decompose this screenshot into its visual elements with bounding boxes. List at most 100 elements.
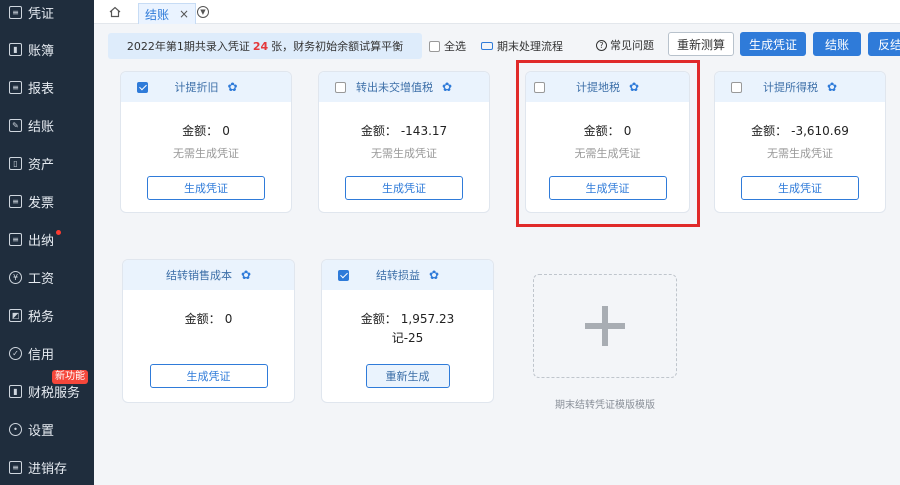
amount-label: 金额： [184, 312, 221, 326]
generate-voucher-button[interactable]: 生成凭证 [345, 176, 463, 200]
sidebar-item-assets[interactable]: ▯ 资产 [0, 145, 94, 181]
notice-count: 24 [252, 39, 269, 53]
amount-label: 金额： [751, 124, 788, 138]
closing-icon: ✎ [9, 118, 22, 132]
sidebar-item-label: 设置 [28, 423, 55, 439]
new-feature-badge: 新功能 [52, 370, 88, 384]
generate-voucher-button[interactable]: 生成凭证 [149, 364, 268, 388]
add-template-button[interactable] [533, 274, 677, 378]
sidebar-item-label: 财税服务 [28, 385, 81, 401]
sidebar-item-credit[interactable]: ✓ 信用 [0, 335, 94, 371]
select-all-label: 全选 [444, 40, 466, 53]
sidebar-item-closing[interactable]: ✎ 结账 [0, 107, 94, 143]
gear-icon[interactable]: ✿ [442, 80, 452, 94]
notice-prefix: 2022年第1期共录入凭证 [126, 40, 250, 53]
assets-icon: ▯ [9, 156, 22, 170]
reverse-close-button[interactable]: 反结 [868, 32, 900, 56]
video-icon [481, 42, 493, 50]
sidebar-item-label: 进销存 [28, 461, 68, 477]
flow-label: 期末处理流程 [497, 40, 563, 53]
generate-voucher-button[interactable]: 生成凭证 [741, 176, 859, 200]
notification-dot [56, 230, 61, 235]
sidebar-item-label: 资产 [28, 157, 55, 173]
ledger-icon: ▮ [9, 42, 22, 56]
sidebar-item-label: 工资 [28, 271, 55, 287]
salary-icon: ¥ [9, 270, 22, 284]
report-icon: ≡ [9, 80, 22, 94]
period-notice: 2022年第1期共录入凭证 24 张，财务初始余额试算平衡 [108, 33, 422, 59]
sidebar-item-inventory[interactable]: ≡ 进销存 [0, 449, 94, 485]
tab-bar: 结账 × ▼ [94, 0, 900, 24]
card-title: 计提折旧 [174, 81, 219, 94]
amount-label: 金额： [360, 312, 397, 326]
card-header: 结转销售成本 ✿ [123, 260, 294, 290]
gear-icon[interactable]: ✿ [429, 268, 439, 282]
card-title: 计提所得税 [762, 81, 818, 94]
card-title: 结转损益 [375, 269, 420, 282]
generate-voucher-button[interactable]: 生成凭证 [147, 176, 265, 200]
sidebar-item-settings[interactable]: • 设置 [0, 411, 94, 447]
sidebar-item-label: 凭证 [28, 6, 55, 22]
sidebar-item-voucher[interactable]: ≡ 凭证 [0, 0, 94, 30]
gear-icon[interactable]: ✿ [241, 268, 251, 282]
highlight-box [516, 60, 700, 227]
inventory-icon: ≡ [9, 460, 22, 474]
regenerate-button[interactable]: 重新生成 [365, 364, 450, 388]
period-end-flow-link[interactable]: 期末处理流程 [481, 38, 563, 54]
close-books-button[interactable]: 结账 [813, 32, 861, 56]
card-status: 无需生成凭证 [371, 147, 437, 160]
voucher-number[interactable]: 记-25 [322, 329, 493, 346]
card-amount: 金额： 0 [121, 122, 291, 139]
card-checkbox[interactable] [335, 82, 346, 93]
notice-suffix: 张，财务初始余额试算平衡 [271, 40, 404, 53]
sidebar-item-label: 税务 [28, 309, 55, 325]
select-all-checkbox[interactable]: 全选 [429, 38, 466, 54]
card-amount: 金额： 1,957.23 [322, 310, 493, 327]
home-tab[interactable] [104, 4, 126, 20]
tab-menu-chevron-icon[interactable]: ▼ [197, 6, 209, 18]
amount-value: -3,610.69 [791, 124, 849, 138]
card-amount: 金额： -143.17 [319, 122, 489, 139]
card-income-tax: 计提所得税 ✿ 金额： -3,610.69 无需生成凭证 生成凭证 [714, 71, 886, 213]
voucher-icon: ≡ [9, 5, 22, 19]
finance-service-icon: ▮ [9, 384, 22, 398]
sidebar: ≡ 凭证 ▮ 账簿 ≡ 报表 ✎ 结账 ▯ 资产 ≡ 发票 ≡ 出纳 ¥ 工资 … [0, 0, 94, 485]
generate-voucher-button[interactable]: 生成凭证 [740, 32, 806, 56]
amount-label: 金额： [360, 124, 397, 138]
card-header: 计提所得税 ✿ [715, 72, 885, 102]
card-status: 无需生成凭证 [767, 147, 833, 160]
sidebar-item-salary[interactable]: ¥ 工资 [0, 259, 94, 295]
card-sales-cost: 结转销售成本 ✿ 金额： 0 生成凭证 [122, 259, 295, 403]
sidebar-item-cashier[interactable]: ≡ 出纳 [0, 221, 94, 257]
gear-icon[interactable]: ✿ [827, 80, 837, 94]
card-checkbox[interactable] [338, 270, 349, 281]
faq-link[interactable]: ? 常见问题 [596, 37, 654, 53]
invoice-icon: ≡ [9, 194, 22, 208]
sidebar-item-label: 出纳 [28, 233, 55, 249]
sidebar-item-ledger[interactable]: ▮ 账簿 [0, 31, 94, 67]
card-amount: 金额： -3,610.69 [715, 122, 885, 139]
add-template-label: 期末结转凭证模版模版 [555, 400, 655, 411]
sidebar-item-report[interactable]: ≡ 报表 [0, 69, 94, 105]
sidebar-item-invoice[interactable]: ≡ 发票 [0, 183, 94, 219]
remeasure-button[interactable]: 重新测算 [668, 32, 734, 56]
amount-value: -143.17 [400, 124, 448, 138]
cashier-icon: ≡ [9, 232, 22, 246]
gear-icon[interactable]: ✿ [227, 80, 237, 94]
question-icon: ? [596, 39, 607, 51]
card-title: 转出未交增值税 [355, 81, 433, 94]
tab-close-icon[interactable]: × [179, 7, 189, 21]
card-checkbox[interactable] [137, 82, 148, 93]
amount-value: 0 [224, 312, 233, 326]
plus-icon [585, 306, 625, 346]
tax-icon: ◩ [9, 308, 22, 322]
card-header: 计提折旧 ✿ [121, 72, 291, 102]
card-header: 转出未交增值税 ✿ [319, 72, 489, 102]
card-title: 结转销售成本 [165, 269, 232, 282]
card-checkbox[interactable] [731, 82, 742, 93]
tab-closing[interactable]: 结账 × [138, 3, 197, 24]
sidebar-item-label: 信用 [28, 347, 55, 363]
card-profit-loss: 结转损益 ✿ 金额： 1,957.23 记-25 重新生成 [321, 259, 494, 403]
sidebar-item-label: 结账 [28, 119, 55, 135]
sidebar-item-tax[interactable]: ◩ 税务 [0, 297, 94, 333]
